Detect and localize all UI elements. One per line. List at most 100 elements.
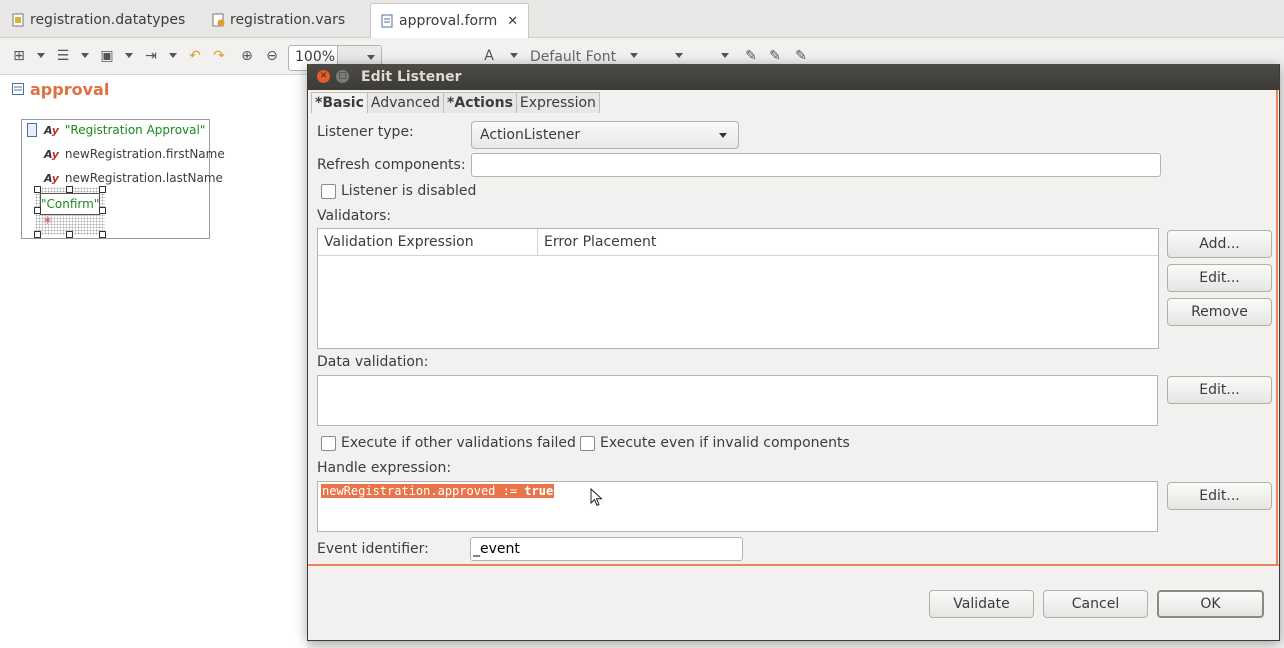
- execute-if-failed-label: Execute if other validations failed: [341, 435, 576, 451]
- execute-if-invalid-checkbox[interactable]: [580, 436, 595, 451]
- validators-label: Validators:: [317, 208, 392, 224]
- tab-label: registration.datatypes: [30, 12, 186, 28]
- listener-type-select[interactable]: ActionListener: [471, 121, 739, 149]
- listener-disabled-label: Listener is disabled: [341, 183, 477, 199]
- listener-type-value: ActionListener: [480, 127, 581, 143]
- align-icon[interactable]: ⊞: [10, 47, 28, 65]
- edit-listener-dialog: ✕ □ Edit Listener *Basic Advanced *Actio…: [307, 64, 1280, 641]
- redo-icon[interactable]: ↷: [210, 47, 228, 65]
- validate-button[interactable]: Validate: [929, 590, 1034, 618]
- form-title: approval: [12, 80, 109, 99]
- form-label-item[interactable]: Ay newRegistration.firstName: [44, 147, 225, 161]
- resize-handle[interactable]: [34, 186, 41, 193]
- label-icon: Ay: [44, 123, 59, 137]
- brush-icon[interactable]: ✎: [792, 47, 810, 65]
- vars-file-icon: [212, 13, 225, 27]
- label-text: newRegistration.firstName: [64, 147, 225, 161]
- chevron-down-icon[interactable]: [37, 53, 45, 58]
- zoom-out-icon[interactable]: ⊖: [263, 47, 281, 65]
- editor-tab-bar: registration.datatypes registration.vars…: [0, 0, 1284, 38]
- resize-handle[interactable]: [99, 186, 106, 193]
- dialog-edge-accent: [1276, 90, 1278, 564]
- resize-handle[interactable]: [99, 231, 106, 238]
- resize-handle[interactable]: [34, 231, 41, 238]
- font-select[interactable]: Default Font: [530, 49, 616, 65]
- tab-registration-vars[interactable]: registration.vars: [202, 4, 355, 36]
- resize-handle[interactable]: [34, 207, 41, 214]
- validators-table[interactable]: Validation Expression Error Placement: [317, 228, 1159, 349]
- tab-registration-datatypes[interactable]: registration.datatypes: [2, 4, 195, 36]
- label-icon: Ay: [44, 171, 59, 185]
- dialog-separator: [308, 564, 1279, 566]
- close-icon[interactable]: ✕: [317, 70, 330, 83]
- chevron-down-icon[interactable]: [81, 53, 89, 58]
- event-identifier-input[interactable]: [470, 537, 743, 561]
- label-icon: Ay: [44, 147, 59, 161]
- resize-handle[interactable]: [66, 231, 73, 238]
- distribute-icon[interactable]: ⇥: [142, 47, 160, 65]
- maximize-icon[interactable]: □: [336, 70, 349, 83]
- zoom-value: 100%: [295, 49, 336, 65]
- zoom-in-icon[interactable]: ⊕: [238, 47, 256, 65]
- tab-label: approval.form: [399, 13, 498, 29]
- chevron-down-icon[interactable]: [630, 53, 638, 58]
- ok-button[interactable]: OK: [1157, 590, 1264, 618]
- chevron-down-icon[interactable]: [675, 53, 683, 58]
- data-validation-label: Data validation:: [317, 354, 429, 370]
- execute-if-invalid-label: Execute even if invalid components: [600, 435, 850, 451]
- tab-label: registration.vars: [230, 12, 346, 28]
- handle-expression-code: newRegistration.approved := true: [321, 484, 555, 498]
- datatypes-file-icon: [12, 13, 24, 27]
- remove-validator-button[interactable]: Remove: [1167, 298, 1272, 326]
- handle-expression-editor[interactable]: newRegistration.approved := true: [317, 481, 1158, 532]
- listener-type-label: Listener type:: [317, 124, 414, 140]
- edit-validator-button[interactable]: Edit...: [1167, 264, 1272, 292]
- undo-icon[interactable]: ↶: [186, 47, 204, 65]
- execute-if-failed-checkbox[interactable]: [321, 436, 336, 451]
- tab-advanced[interactable]: Advanced: [366, 92, 445, 113]
- chevron-down-icon[interactable]: [719, 133, 727, 138]
- handle-expression-label: Handle expression:: [317, 460, 452, 476]
- label-text: newRegistration.lastName: [64, 171, 223, 185]
- label-text: "Registration Approval": [64, 123, 206, 137]
- resize-handle[interactable]: [66, 186, 73, 193]
- chevron-down-icon[interactable]: [169, 53, 177, 58]
- chevron-down-icon[interactable]: [125, 53, 133, 58]
- insert-icon[interactable]: ▣: [98, 47, 116, 65]
- resize-handle[interactable]: [99, 207, 106, 214]
- container-icon: [27, 123, 37, 137]
- listener-disabled-checkbox[interactable]: [321, 184, 336, 199]
- confirm-button[interactable]: "Confirm": [40, 193, 100, 215]
- edit-handle-expression-button[interactable]: Edit...: [1167, 482, 1272, 510]
- add-validator-button[interactable]: Add...: [1167, 230, 1272, 258]
- form-title-text: approval: [30, 80, 110, 99]
- code-text: newRegistration.approved :=: [322, 484, 525, 498]
- form-file-icon: [381, 14, 393, 28]
- chevron-down-icon[interactable]: [367, 55, 375, 60]
- column-header-error-placement[interactable]: Error Placement: [538, 229, 1158, 256]
- tab-actions[interactable]: *Actions: [443, 92, 517, 113]
- layout-icon[interactable]: ☰: [54, 47, 72, 65]
- chevron-down-icon[interactable]: [721, 53, 729, 58]
- code-keyword: true: [524, 484, 554, 498]
- tab-approval-form[interactable]: approval.form ✕: [370, 3, 530, 38]
- tab-expression[interactable]: Expression: [515, 92, 600, 113]
- dialog-titlebar[interactable]: ✕ □ Edit Listener: [308, 64, 1279, 90]
- column-header-validation-expression[interactable]: Validation Expression: [318, 229, 538, 256]
- cancel-button[interactable]: Cancel: [1043, 590, 1148, 618]
- tab-basic[interactable]: *Basic: [311, 92, 368, 113]
- dialog-tabs: *Basic Advanced *Actions Expression: [311, 92, 600, 114]
- dialog-title: Edit Listener: [361, 69, 462, 85]
- mouse-cursor-icon: [590, 487, 604, 512]
- data-validation-area[interactable]: [317, 375, 1158, 426]
- edit-data-validation-button[interactable]: Edit...: [1167, 376, 1272, 404]
- chevron-down-icon[interactable]: [510, 53, 518, 58]
- form-label-item[interactable]: Ay "Registration Approval": [44, 123, 205, 137]
- color-picker-icon[interactable]: ✎: [742, 47, 760, 65]
- brush-icon[interactable]: ✎: [766, 47, 784, 65]
- text-style-icon[interactable]: A: [480, 47, 498, 65]
- close-tab-icon[interactable]: ✕: [507, 14, 518, 29]
- form-label-item[interactable]: Ay newRegistration.lastName: [44, 171, 223, 185]
- listener-icon[interactable]: ✳: [43, 214, 52, 227]
- refresh-components-input[interactable]: [471, 153, 1161, 177]
